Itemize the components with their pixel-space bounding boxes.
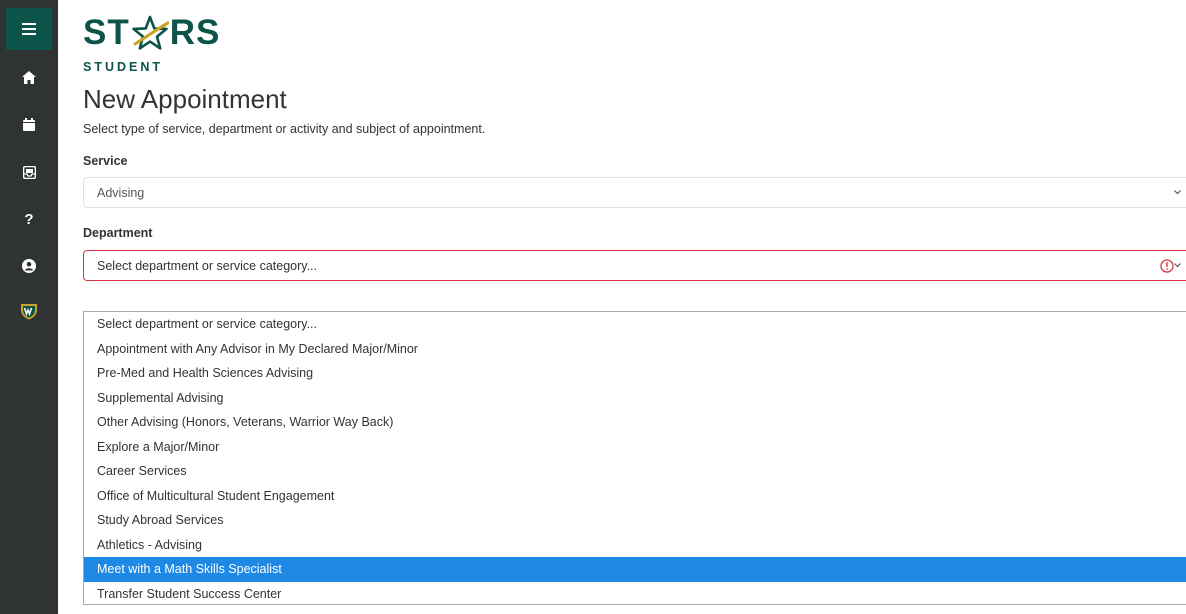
dropdown-option[interactable]: Pre-Med and Health Sciences Advising [84,361,1186,386]
department-select-value: Select department or service category... [97,258,318,273]
menu-icon [22,23,36,35]
sidebar: ? [0,0,58,614]
star-logo-icon [131,15,169,50]
calendar-icon [23,117,35,131]
error-icon [1160,259,1174,273]
service-label: Service [83,154,128,168]
dropdown-option[interactable]: Transfer Student Success Center [84,582,1186,607]
service-select[interactable]: Advising [83,177,1186,208]
dropdown-option[interactable]: Other Advising (Honors, Veterans, Warrio… [84,410,1186,435]
calendar-button[interactable] [0,112,58,136]
help-icon: ? [24,210,34,228]
dropdown-option[interactable]: Select department or service category... [84,312,1186,337]
home-icon [22,70,36,84]
help-button[interactable]: ? [0,207,58,231]
profile-button[interactable] [0,254,58,278]
instructions-text: Select type of service, department or ac… [83,122,486,136]
dropdown-option[interactable]: Explore a Major/Minor [84,435,1186,460]
dropdown-option[interactable]: Career Services [84,459,1186,484]
chevron-down-icon [1174,190,1181,195]
menu-button[interactable] [6,8,52,50]
logo-text-st: ST [83,13,130,52]
main-content: ST RS STUDENT New Appointment Select typ… [83,0,1186,614]
university-link[interactable] [0,299,58,323]
user-icon [22,259,36,273]
dropdown-option[interactable]: Supplemental Advising [84,386,1186,411]
dropdown-option-highlighted[interactable]: Meet with a Math Skills Specialist [84,557,1186,582]
wayne-state-shield-icon [21,304,37,320]
inbox-icon [22,165,36,179]
logo-text-rs: RS [169,13,221,52]
dropdown-option[interactable]: Athletics - Advising [84,533,1186,558]
inbox-button[interactable] [0,160,58,184]
dropdown-option[interactable]: Appointment with Any Advisor in My Decla… [84,337,1186,362]
stars-logo[interactable]: ST RS [83,14,220,52]
service-select-value: Advising [97,185,145,200]
home-button[interactable] [0,65,58,89]
department-label: Department [83,226,153,240]
logo-subtitle: STUDENT [83,60,164,74]
dropdown-option[interactable]: Office of Multicultural Student Engageme… [84,484,1186,509]
department-dropdown-list: Select department or service category...… [83,311,1186,605]
page-title: New Appointment [83,84,287,114]
department-select[interactable]: Select department or service category... [83,250,1186,281]
chevron-down-icon [1174,263,1181,268]
dropdown-option[interactable]: Study Abroad Services [84,508,1186,533]
